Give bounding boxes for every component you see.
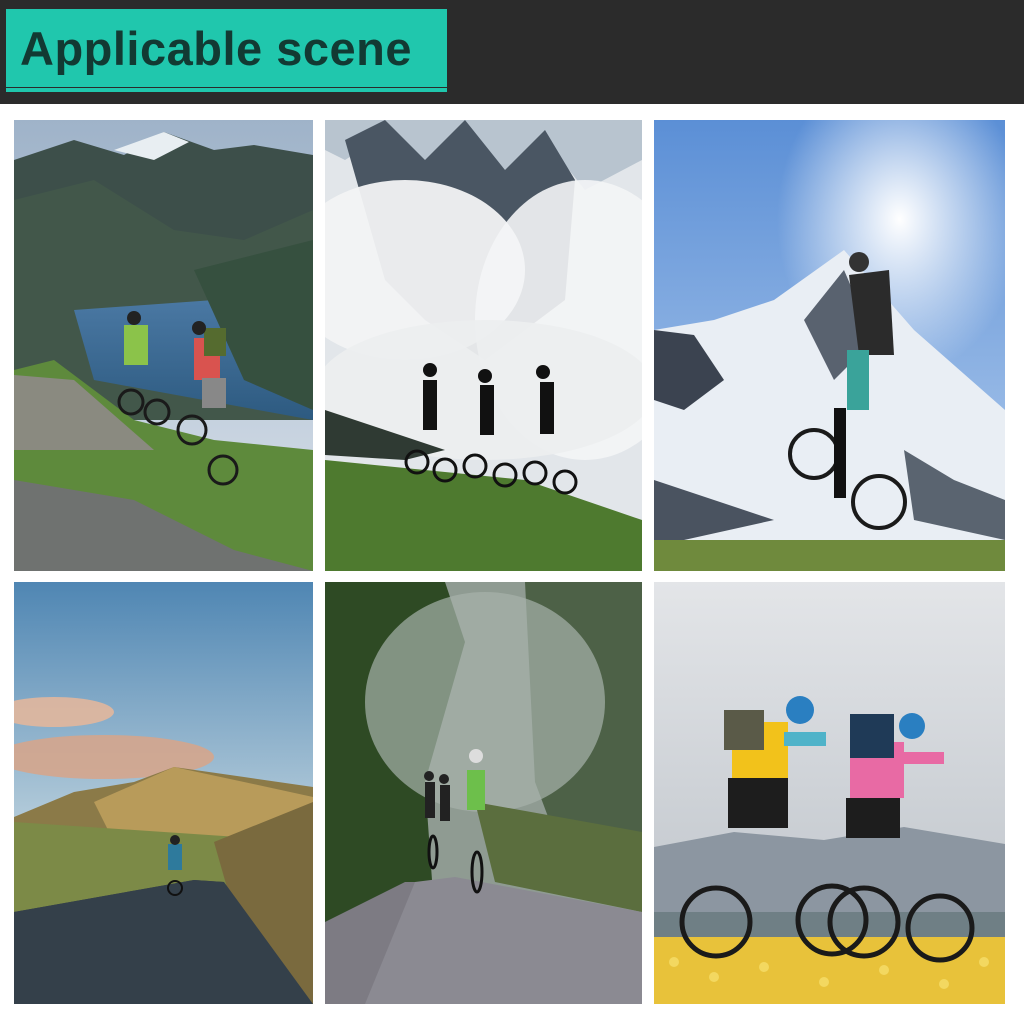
scene-photo-sunset-road [14,582,313,1004]
banner-title: Applicable scene [20,21,412,75]
scene-photo-flower-field [654,582,1005,1004]
title-banner: Applicable scene [6,9,447,87]
scene-photo-misty-mountains [325,120,642,571]
scene-photo-forest-road [325,582,642,1004]
title-underline [6,88,447,92]
scene-photo-lake-valley [14,120,313,571]
scene-photo-snowy-peak [654,120,1005,571]
